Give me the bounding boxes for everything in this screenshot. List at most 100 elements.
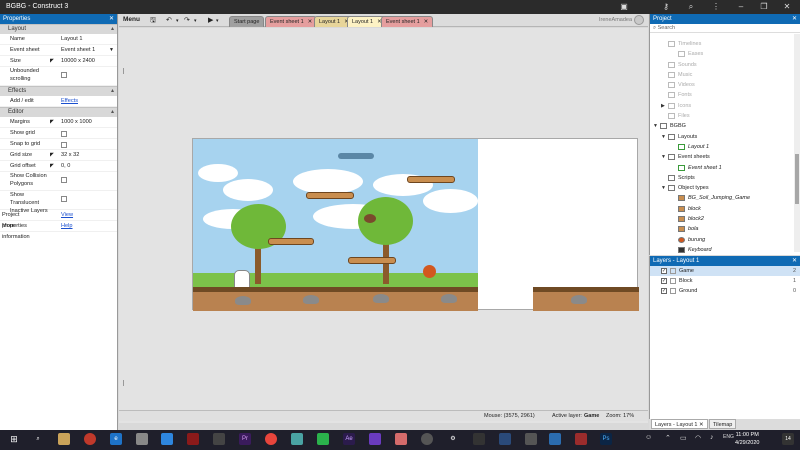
calculator-icon[interactable]: [525, 433, 537, 445]
chevron-down-icon[interactable]: ▼: [661, 132, 666, 142]
close-panel-icon[interactable]: ✕: [109, 14, 114, 24]
tree-item-fonts[interactable]: Fonts: [650, 90, 800, 100]
add-edit-row[interactable]: Add / edit Effects: [0, 96, 117, 107]
avatar[interactable]: [634, 15, 644, 25]
unreal-icon[interactable]: [473, 433, 485, 445]
menu-button[interactable]: Menu: [123, 16, 140, 23]
platform-block[interactable]: [407, 176, 455, 183]
tree-item-bg-soil[interactable]: BG_Soil_Jumping_Game: [650, 193, 800, 203]
name-field[interactable]: Layout 1: [61, 34, 82, 45]
more-options-icon[interactable]: ⋮: [705, 0, 727, 14]
close-panel-icon[interactable]: ✕: [792, 14, 797, 24]
tree-item-files[interactable]: Files: [650, 111, 800, 121]
premiere-icon[interactable]: Pr: [239, 433, 251, 445]
visual-studio-icon[interactable]: [369, 433, 381, 445]
mail-icon[interactable]: [161, 433, 173, 445]
bird-sprite[interactable]: [364, 214, 376, 223]
chevron-up-icon[interactable]: ⌃: [665, 434, 671, 442]
lock-icon[interactable]: [670, 278, 676, 284]
tree-item-burung[interactable]: burung: [650, 235, 800, 245]
tree-item-block2[interactable]: block2: [650, 214, 800, 224]
chevron-down-icon[interactable]: ▾: [176, 18, 179, 24]
platform-block[interactable]: [348, 257, 396, 264]
more-info-row[interactable]: More information Help: [0, 221, 117, 240]
chevron-down-icon[interactable]: ▼: [653, 121, 658, 131]
minimize-button[interactable]: –: [730, 0, 752, 14]
size-row[interactable]: Size ◤ 10000 x 2400: [0, 56, 117, 67]
app-icon[interactable]: [84, 433, 96, 445]
tree-item-layouts[interactable]: ▼ Layouts: [650, 132, 800, 142]
tab-tilemap[interactable]: Tilemap: [709, 419, 737, 429]
after-effects-icon[interactable]: Ae: [343, 433, 355, 445]
effects-link[interactable]: Effects: [61, 96, 78, 107]
store-icon[interactable]: [58, 433, 70, 445]
close-tab-icon[interactable]: ✕: [699, 422, 704, 428]
chrome-icon[interactable]: [265, 433, 277, 445]
link-icon[interactable]: ◤: [50, 117, 54, 128]
people-icon[interactable]: ☺: [645, 434, 652, 441]
project-search-input[interactable]: ⌕ Search: [650, 24, 800, 33]
gear-icon[interactable]: ⚙: [447, 433, 459, 445]
clock[interactable]: 11:00 PM 4/29/2020: [735, 432, 759, 447]
tree-item-object-types[interactable]: ▼ Object types: [650, 183, 800, 193]
grid-size-row[interactable]: Grid size ◤ 32 x 32: [0, 150, 117, 161]
volume-icon[interactable]: ♪: [710, 434, 714, 441]
chevron-down-icon[interactable]: ▼: [661, 183, 666, 193]
tree-item-sounds[interactable]: Sounds: [650, 60, 800, 70]
ball-sprite[interactable]: [423, 265, 436, 278]
tab-event-sheet-1b[interactable]: Event sheet 1 ✕: [381, 16, 434, 27]
app-icon[interactable]: [291, 433, 303, 445]
grid-offset-field[interactable]: 0, 0: [61, 161, 70, 172]
layer-visible-checkbox[interactable]: ✓: [661, 278, 667, 284]
lock-icon[interactable]: [670, 288, 676, 294]
tree-item-scripts[interactable]: Scripts: [650, 173, 800, 183]
tab-event-sheet-1[interactable]: Event sheet 1 ✕: [265, 16, 318, 27]
close-panel-icon[interactable]: ✕: [792, 256, 797, 266]
view-link[interactable]: View: [61, 210, 73, 221]
show-collision-checkbox[interactable]: [61, 177, 67, 183]
app-icon[interactable]: [499, 433, 511, 445]
chevron-down-icon[interactable]: ▾: [216, 18, 219, 24]
link-icon[interactable]: ◤: [50, 150, 54, 161]
notification-badge[interactable]: 14: [782, 433, 794, 445]
unbounded-row[interactable]: Unbounded scrolling: [0, 67, 117, 86]
layer-row-game[interactable]: ✓ Game 2: [650, 266, 800, 276]
help-link[interactable]: Help: [61, 221, 73, 232]
chevron-down-icon[interactable]: ▼: [109, 45, 114, 56]
chevron-right-icon[interactable]: ▶: [661, 101, 665, 111]
edge-icon[interactable]: e: [110, 433, 122, 445]
maximize-button[interactable]: ❐: [753, 0, 775, 14]
show-grid-checkbox[interactable]: [61, 131, 67, 137]
tab-start-page[interactable]: Start page: [229, 16, 265, 27]
margins-field[interactable]: 1000 x 1000: [61, 117, 92, 128]
app-icon[interactable]: [421, 433, 433, 445]
close-tab-icon[interactable]: ✕: [308, 19, 313, 25]
platform-block[interactable]: [268, 238, 314, 245]
link-icon[interactable]: ◤: [50, 56, 54, 67]
line-icon[interactable]: [317, 433, 329, 445]
clipboard-icon[interactable]: ▣: [613, 0, 635, 14]
project-scrollbar[interactable]: [794, 34, 800, 252]
grid-size-field[interactable]: 32 x 32: [61, 150, 79, 161]
editor-section[interactable]: Editor: [0, 107, 117, 117]
key-icon[interactable]: ⚷: [655, 0, 677, 14]
language-indicator[interactable]: ENG: [723, 434, 734, 440]
name-row[interactable]: Name Layout 1: [0, 34, 117, 45]
show-grid-row[interactable]: Show grid: [0, 128, 117, 139]
tree-item-music[interactable]: Music: [650, 70, 800, 80]
unbounded-checkbox[interactable]: [61, 72, 67, 78]
close-button[interactable]: ✕: [776, 0, 798, 14]
layout-section[interactable]: Layout: [0, 24, 117, 34]
tree-item-event-sheet-1[interactable]: Event sheet 1: [650, 163, 800, 173]
event-sheet-select[interactable]: Event sheet 1: [61, 45, 95, 56]
tree-item-icons[interactable]: ▶ Icons: [650, 101, 800, 111]
save-icon[interactable]: 🖫: [150, 16, 156, 27]
tree-item-bgbg[interactable]: ▼ BGBG: [650, 121, 800, 131]
chevron-down-icon[interactable]: ▼: [661, 152, 666, 162]
photoshop-icon[interactable]: Ps: [600, 433, 612, 445]
size-field[interactable]: 10000 x 2400: [61, 56, 95, 67]
tree-item-event-sheets[interactable]: ▼ Event sheets: [650, 152, 800, 162]
battery-icon[interactable]: ▭: [680, 434, 687, 442]
show-translucent-row[interactable]: Show Translucent Inactive Layers: [0, 191, 117, 214]
tree-item-layout-1[interactable]: Layout 1: [650, 142, 800, 152]
